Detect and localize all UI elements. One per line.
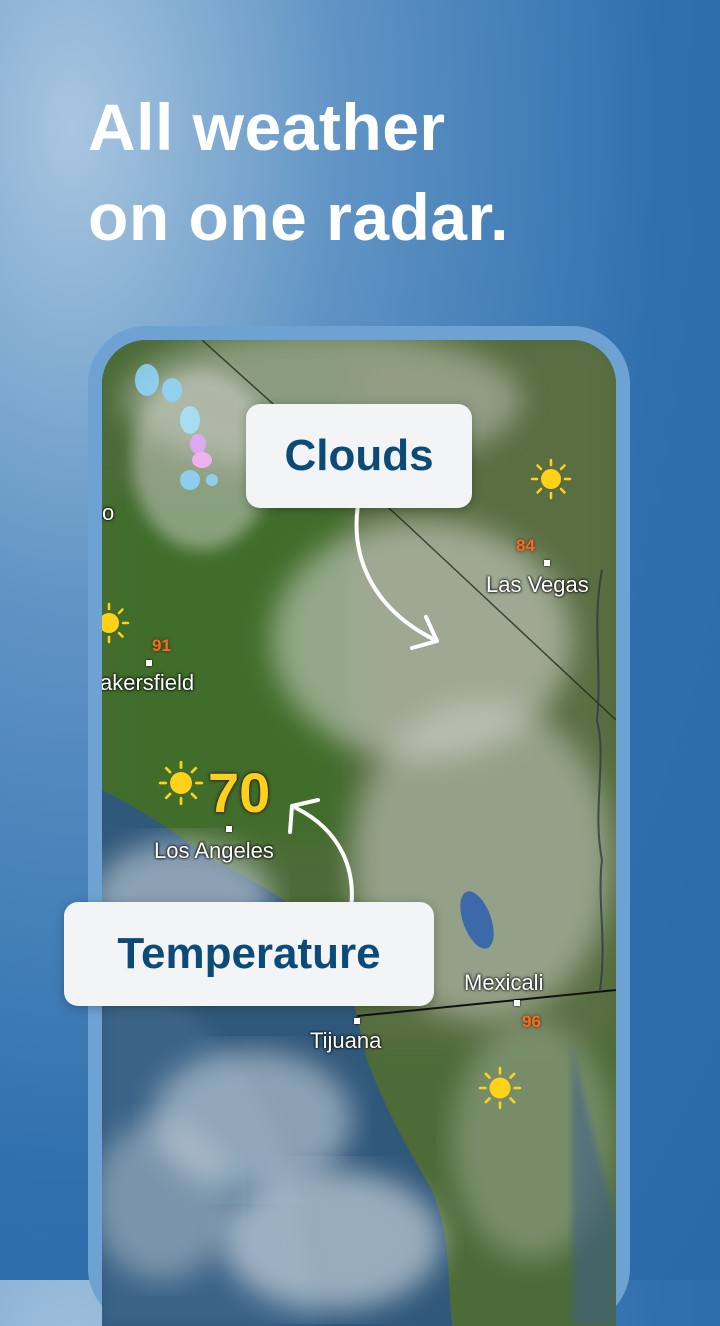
- callout-clouds: Clouds: [246, 404, 472, 508]
- callout-temperature-label: Temperature: [117, 929, 381, 978]
- callout-temperature: Temperature: [64, 902, 434, 1006]
- annotation-arrows: [288, 503, 439, 917]
- callout-clouds-label: Clouds: [284, 431, 434, 480]
